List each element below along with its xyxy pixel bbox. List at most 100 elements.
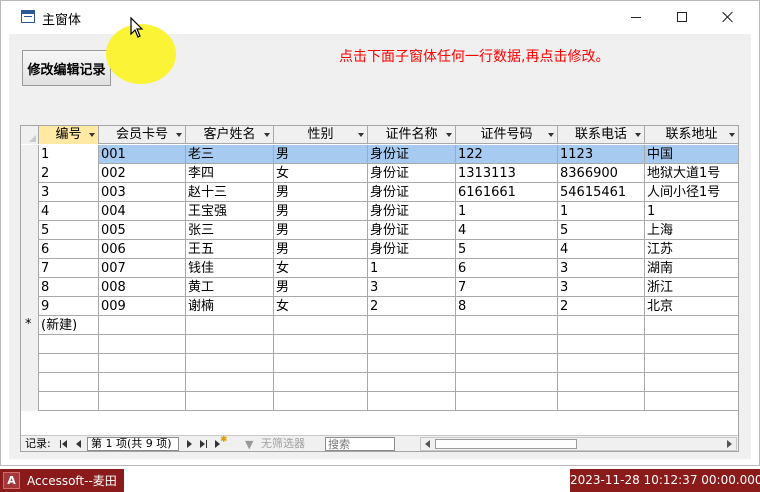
table-cell[interactable]: 1 [558,202,645,221]
table-cell[interactable]: 1 [39,145,99,164]
table-row[interactable]: 1 001 老三男身份证 122 1123 中国 [21,145,738,164]
table-cell[interactable]: 身份证 [368,221,456,240]
scroll-left-arrow-icon[interactable] [422,438,434,450]
table-cell[interactable]: 8366900 [558,164,645,183]
table-cell[interactable]: 4 [39,202,99,221]
table-cell[interactable]: 黄工 [186,278,274,297]
table-cell[interactable] [368,316,456,335]
table-cell[interactable]: 8 [39,278,99,297]
maximize-button[interactable] [659,1,705,33]
table-cell[interactable]: 北京 [645,297,738,316]
table-row[interactable]: 8 008 黄工男 3 7 3 浙江 [21,278,738,297]
table-cell[interactable]: 王宝强 [186,202,274,221]
table-cell[interactable] [186,316,274,335]
table-cell[interactable]: 001 [99,145,186,164]
table-cell[interactable]: 9 [39,297,99,316]
table-cell[interactable]: 6 [39,240,99,259]
table-cell[interactable]: 1123 [558,145,645,164]
table-cell[interactable]: 男 [274,202,368,221]
table-cell[interactable]: 男 [274,240,368,259]
table-cell[interactable]: 谢楠 [186,297,274,316]
table-cell[interactable] [456,316,558,335]
column-header[interactable]: 编号 [39,126,99,144]
table-cell[interactable]: 1 [456,202,558,221]
dropdown-arrow-icon[interactable] [729,133,735,137]
table-cell[interactable]: 身份证 [368,164,456,183]
close-button[interactable] [705,1,751,33]
table-cell[interactable]: 钱佳 [186,259,274,278]
scroll-right-arrow-icon[interactable] [723,438,735,450]
table-cell[interactable]: 3 [368,278,456,297]
table-cell[interactable]: 女 [274,164,368,183]
dropdown-arrow-icon[interactable] [176,133,182,137]
column-header[interactable]: 证件名称 [368,126,456,144]
dropdown-arrow-icon[interactable] [548,133,554,137]
customer-subform[interactable]: 编号 会员卡号 客户姓名 性别 证件名称 证件号码 联系电话 联系地址 1 001 老三男身份证 1… [20,125,739,452]
table-cell[interactable]: 6161661 [456,183,558,202]
table-cell[interactable]: 5 [558,221,645,240]
table-row[interactable]: 2 002 李四女身份证 1313113 8366900 地狱大道1号 [21,164,738,183]
table-row[interactable]: 6 006 王五男身份证 5 4 江苏 [21,240,738,259]
table-cell[interactable]: 地狱大道1号 [645,164,738,183]
table-cell[interactable]: 4 [456,221,558,240]
new-record-row[interactable]: * (新建) [21,316,738,335]
table-cell[interactable]: 男 [274,145,368,164]
table-cell[interactable]: 3 [558,278,645,297]
previous-record-button[interactable] [73,439,83,449]
table-cell[interactable]: 4 [558,240,645,259]
table-cell[interactable] [274,316,368,335]
table-cell[interactable]: 004 [99,202,186,221]
table-cell[interactable]: 2 [558,297,645,316]
first-record-button[interactable] [59,439,69,449]
column-header[interactable]: 性别 [274,126,368,144]
table-cell[interactable]: 王五 [186,240,274,259]
table-cell[interactable]: 男 [274,221,368,240]
table-cell[interactable]: 8 [456,297,558,316]
record-selector[interactable] [21,183,39,202]
dropdown-arrow-icon[interactable] [264,133,270,137]
table-cell[interactable] [645,316,738,335]
current-record-field[interactable]: 第 1 项(共 9 项) [87,437,179,451]
new-record-button[interactable] [215,435,228,449]
table-cell[interactable]: 009 [99,297,186,316]
table-cell[interactable]: 2 [368,297,456,316]
minimize-button[interactable] [613,1,659,33]
record-selector[interactable]: * [21,316,39,335]
record-selector[interactable] [21,202,39,221]
dropdown-arrow-icon[interactable] [89,133,95,137]
table-cell[interactable]: 老三 [186,145,274,164]
table-cell[interactable]: 女 [274,297,368,316]
table-cell[interactable]: 1 [368,259,456,278]
last-record-button[interactable] [199,439,209,449]
table-cell[interactable]: 女 [274,259,368,278]
table-cell[interactable]: 007 [99,259,186,278]
table-cell[interactable]: 3 [39,183,99,202]
table-cell[interactable]: 7 [456,278,558,297]
record-selector[interactable] [21,259,39,278]
table-cell[interactable]: 003 [99,183,186,202]
table-cell[interactable]: 男 [274,183,368,202]
record-selector[interactable] [21,240,39,259]
column-header[interactable]: 会员卡号 [99,126,186,144]
table-cell[interactable]: 6 [456,259,558,278]
table-row[interactable]: 4 004 王宝强男身份证 1 1 1 [21,202,738,221]
table-cell[interactable]: 浙江 [645,278,738,297]
scrollbar-thumb[interactable] [435,439,577,449]
table-cell[interactable]: 7 [39,259,99,278]
column-header[interactable]: 联系电话 [558,126,645,144]
table-row[interactable]: 5 005 张三男身份证 4 5 上海 [21,221,738,240]
no-filter-button[interactable]: 无筛选器 [261,436,305,451]
table-cell[interactable]: 1313113 [456,164,558,183]
table-cell[interactable]: 张三 [186,221,274,240]
table-cell[interactable]: 身份证 [368,240,456,259]
table-row[interactable]: 9 009 谢楠女 2 8 2 北京 [21,297,738,316]
column-header[interactable]: 证件号码 [456,126,558,144]
table-cell[interactable] [99,316,186,335]
table-cell[interactable] [558,316,645,335]
edit-record-button[interactable]: 修改编辑记录 [22,50,111,86]
table-cell[interactable]: 江苏 [645,240,738,259]
table-row[interactable]: 7 007 钱佳女 1 6 3 湖南 [21,259,738,278]
table-cell[interactable]: 身份证 [368,183,456,202]
table-cell[interactable]: 008 [99,278,186,297]
table-cell[interactable]: 5 [456,240,558,259]
